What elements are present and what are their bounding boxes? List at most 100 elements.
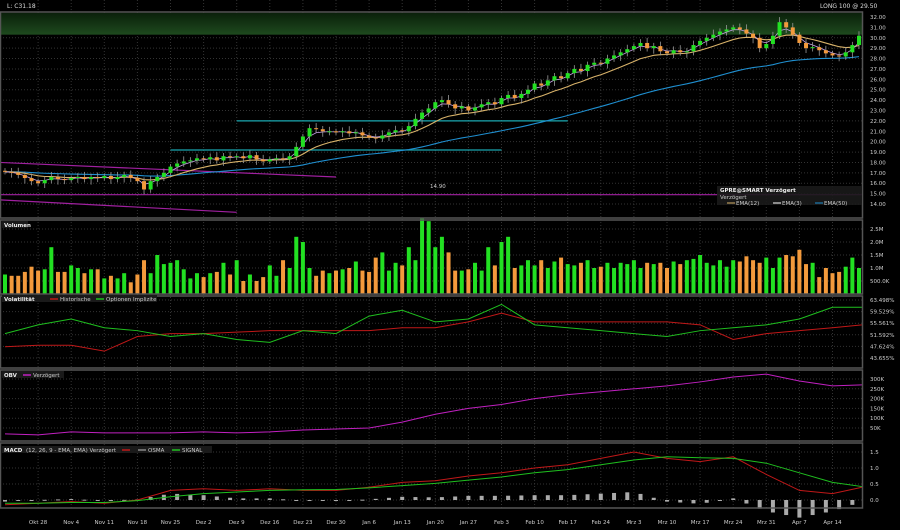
price-y-tick-label: 27.00 [870, 67, 886, 73]
hist-legend[interactable]: Historische [60, 297, 91, 303]
volume-pane-header: Volumen [2, 221, 31, 229]
volume-bar [823, 268, 828, 294]
volume-bar [684, 260, 689, 294]
purple-trendline [0, 161, 337, 178]
candle-body [585, 64, 590, 72]
volume-bar [453, 270, 458, 294]
candle [347, 126, 352, 137]
volume-y-tick-label: 2.0M [870, 240, 884, 246]
volume-bar [142, 260, 147, 294]
candle-body [770, 35, 775, 45]
volume-bar [770, 268, 775, 294]
candle-body [188, 160, 193, 162]
candle-body [334, 131, 338, 133]
volume-bar [850, 257, 855, 294]
volume-bar [446, 252, 451, 294]
candle-body [618, 52, 623, 56]
x-tick-label: Jan 13 [393, 520, 412, 526]
candle-body [89, 177, 94, 180]
volume-bar [506, 236, 511, 294]
legend-ema50[interactable]: EMA(50) [824, 201, 847, 207]
stock-chart[interactable]: Okt 28 Nov 4 Nov 11 Nov 18 Nov 25 Dez 2 Dez 9 D… [0, 0, 900, 530]
volume-bar [856, 268, 861, 294]
legend-ema3[interactable]: EMA(3) [782, 201, 802, 207]
candle [837, 51, 842, 62]
osma-bar [731, 498, 736, 500]
candle-body [287, 156, 292, 160]
candle-body [565, 73, 570, 79]
volume-bar [790, 256, 795, 294]
osma-bar [69, 499, 74, 501]
candle-body [62, 179, 67, 181]
volume-bar [797, 249, 802, 294]
macd-pane-header[interactable]: MACD (12, 26, 9 - EMA, EMA) Verzögert OS… [2, 446, 212, 454]
candle [128, 170, 133, 183]
candle-body [201, 158, 206, 160]
price-y-tick-label: 30.00 [870, 36, 886, 42]
candle [214, 152, 219, 164]
candle [565, 70, 570, 81]
volume-bar [241, 281, 246, 294]
candle-body [665, 51, 669, 54]
price-y-tick-label: 28.00 [870, 57, 886, 63]
candle [651, 42, 656, 54]
candle-body [420, 112, 425, 119]
signal-legend[interactable]: SIGNAL [182, 448, 203, 454]
volatility-pane-header[interactable]: Volatilität Historische Optionen Implizi… [2, 295, 157, 303]
candle [135, 175, 140, 184]
price-y-tick-label: 18.00 [870, 160, 886, 166]
candle-body [307, 128, 312, 137]
volume-bar [393, 262, 398, 294]
candle-body [545, 80, 550, 86]
volume-bar [473, 262, 478, 294]
volume-bar [665, 268, 669, 294]
volume-bar [281, 260, 286, 294]
volume-bar [168, 262, 173, 294]
volume-bar [95, 269, 100, 294]
volume-bar [300, 242, 305, 294]
volume-bar [214, 271, 219, 294]
candle-body [314, 128, 319, 130]
volume-bar [592, 268, 597, 294]
volume-bar [751, 260, 756, 294]
osma-bar [294, 500, 299, 501]
candle [810, 42, 815, 52]
volume-bar [638, 268, 643, 294]
legend-ema12[interactable]: EMA(12) [736, 201, 759, 207]
candle-body [724, 29, 729, 32]
x-tick-label: Nov 25 [161, 520, 181, 526]
volume-bar [135, 274, 140, 294]
volume-bar [671, 261, 676, 294]
candle [108, 172, 113, 184]
osma-bar [691, 500, 696, 504]
candle-body [155, 177, 160, 182]
candle-body [400, 130, 405, 132]
osma-bar [29, 500, 34, 501]
x-tick-label: Mrz 24 [724, 520, 743, 526]
price-legend[interactable]: GPRE@SMART Verzögert Verzögert EMA(12) E… [717, 186, 862, 207]
candle [459, 101, 464, 113]
candle-body [367, 135, 372, 138]
candle-body [340, 131, 345, 133]
obv-legend[interactable]: Verzögert [33, 373, 60, 379]
volume-bar [499, 242, 504, 294]
volume-bar [777, 257, 782, 294]
candle-body [751, 33, 756, 38]
osma-bar [492, 495, 497, 500]
obv-pane-header[interactable]: OBV Verzögert [2, 371, 64, 379]
candle-body [532, 83, 537, 90]
candle-body [320, 129, 325, 132]
price-zone [0, 12, 862, 35]
candle [234, 153, 239, 160]
candle-body [22, 174, 27, 179]
candle [274, 154, 279, 165]
volume-bar [108, 275, 113, 294]
volume-bar [618, 262, 623, 294]
volume-bar [731, 260, 736, 294]
candle [817, 43, 822, 56]
impl-legend[interactable]: Optionen Implizite [106, 297, 157, 303]
osma-legend[interactable]: OSMA [148, 448, 165, 454]
candle [578, 63, 583, 75]
osma-bar [678, 500, 683, 503]
x-tick-label: Jan 20 [426, 520, 445, 526]
